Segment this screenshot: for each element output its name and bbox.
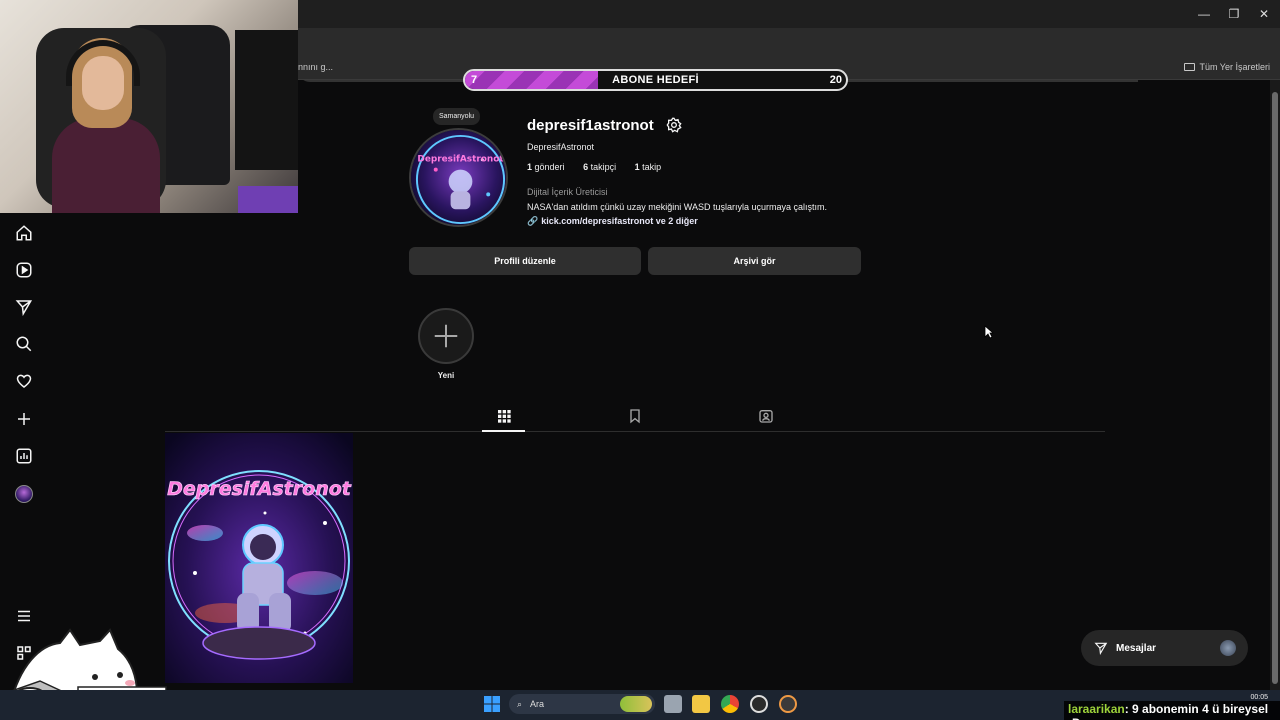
new-highlight-button[interactable] [418,308,474,364]
svg-text:DepresifAstronot: DepresifAstronot [417,155,504,165]
messages-label: Mesajlar [1116,642,1157,654]
taskbar-clock: 00:05 [1250,694,1268,701]
send-icon[interactable] [14,297,34,317]
heart-icon[interactable] [14,371,34,391]
profile-avatar[interactable] [15,485,33,503]
streamer [52,38,160,213]
goal-title: ABONE HEDEFİ [612,74,699,86]
all-bookmarks[interactable]: Tüm Yer İşaretleri [1184,62,1270,72]
search-icon: ⌕ [517,698,523,709]
page-scrollbar[interactable] [1270,80,1280,690]
webcam-keyboard [238,186,298,213]
all-bookmarks-label: Tüm Yer İşaretleri [1199,62,1270,72]
chat-overlay: laraarikan: 9 abonemin 4 ü bireysel :D [1064,701,1280,720]
webcam-overlay [0,0,298,213]
following-stat[interactable]: 1 takip [635,162,670,172]
followers-stat[interactable]: 6 takipçi [583,162,624,172]
chat-username: laraarikan [1068,702,1125,716]
profile-stats: 1 gönderi 6 takipçi 1 takip [527,162,677,172]
obs-icon[interactable] [750,695,768,713]
profile-username: depresif1astronot [527,117,654,134]
profile-full-name: DepresifAstronot [527,142,595,152]
folder-icon [1184,63,1196,71]
restore-icon[interactable]: ❐ [1224,6,1244,22]
webcam-monitor [235,30,298,170]
windows-start-icon[interactable] [483,695,501,713]
reels-icon[interactable] [14,260,34,280]
link-icon: 🔗 [527,216,539,226]
send-icon [1094,642,1108,655]
search-icon[interactable] [14,334,34,354]
profile-picture[interactable]: DepresifAstronot [409,128,508,227]
posts-count: 1 [527,162,533,172]
following-label: takip [642,162,662,172]
post-thumbnail[interactable]: DepresifAstronot [165,433,353,683]
search-highlight-icon [620,696,652,712]
saved-icon[interactable] [627,408,643,424]
followers-label: takipçi [590,162,617,172]
following-count: 1 [634,162,640,172]
menu-icon[interactable] [14,606,34,626]
chrome-icon[interactable] [721,695,739,713]
taskbar-search-placeholder: Ara [530,699,545,709]
profile-link[interactable]: 🔗 kick.com/depresifastronot ve 2 diğer [527,216,698,227]
bookmark-item[interactable]: nnını g... [298,62,333,72]
goal-target: 20 [829,74,842,86]
profile-note[interactable]: Samanyolu [433,108,481,125]
app-icon[interactable] [779,695,797,713]
close-icon[interactable]: ✕ [1254,6,1274,22]
new-highlight-label: Yeni [437,371,455,380]
active-tab-indicator [482,430,525,432]
dashboard-icon[interactable] [14,446,34,466]
posts-label: gönderi [534,162,565,172]
messages-button[interactable]: Mesajlar [1081,630,1248,666]
file-explorer-icon[interactable] [692,695,710,713]
scrollbar-thumb[interactable] [1272,92,1278,684]
view-archive-button[interactable]: Arşivi gör [648,247,861,275]
minimize-icon[interactable]: — [1194,6,1214,22]
plus-icon [434,324,458,348]
profile-bio: NASA'dan atıldım çünkü uzay mekiğini WAS… [527,202,827,212]
edit-profile-button[interactable]: Profili düzenle [409,247,641,275]
posts-stat: 1 gönderi [527,162,573,172]
home-icon[interactable] [14,223,34,243]
task-view-icon[interactable] [664,695,682,713]
grid-icon[interactable] [496,408,512,424]
profile-link-text: kick.com/depresifastronot ve 2 diğer [541,216,698,226]
followers-count: 6 [583,162,589,172]
mouse-cursor-icon [984,325,994,339]
create-icon[interactable] [14,409,34,429]
profile-category: Dijital İçerik Üreticisi [527,187,608,197]
post-logo-text: DepresifAstronot [167,478,352,500]
tabs-divider [165,431,1105,432]
message-avatar [1220,640,1236,656]
tagged-icon[interactable] [758,408,774,424]
subscriber-goal-bar: 7 ABONE HEDEFİ 20 [463,69,848,91]
settings-gear-icon[interactable] [666,117,682,133]
